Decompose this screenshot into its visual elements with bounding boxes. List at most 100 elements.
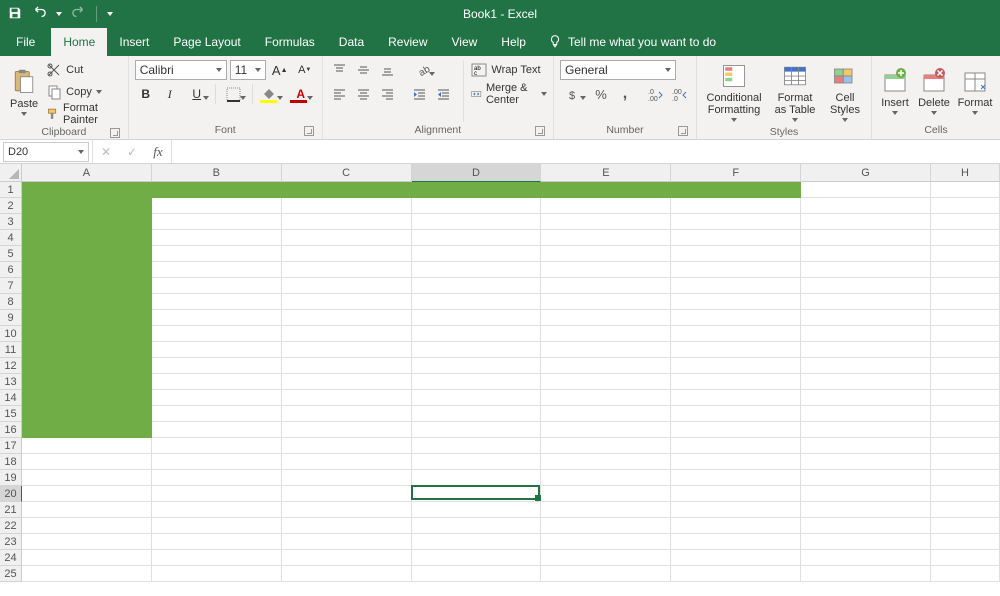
cell[interactable] <box>412 230 542 246</box>
cell[interactable] <box>282 182 412 198</box>
cell[interactable] <box>152 358 282 374</box>
cell[interactable] <box>801 534 931 550</box>
cell[interactable] <box>541 182 671 198</box>
cell[interactable] <box>801 502 931 518</box>
cell[interactable] <box>931 422 1000 438</box>
cut-button[interactable]: Cut <box>46 60 122 80</box>
cell[interactable] <box>931 454 1000 470</box>
cell[interactable] <box>22 390 152 406</box>
cell[interactable] <box>671 342 801 358</box>
cell[interactable] <box>801 358 931 374</box>
cell[interactable] <box>801 198 931 214</box>
row-header-17[interactable]: 17 <box>0 438 22 454</box>
cell[interactable] <box>22 566 152 582</box>
cell[interactable] <box>412 214 542 230</box>
cell[interactable] <box>22 470 152 486</box>
cell[interactable] <box>22 406 152 422</box>
align-middle-button[interactable] <box>353 60 375 80</box>
cell[interactable] <box>541 486 671 502</box>
column-header-E[interactable]: E <box>541 164 671 182</box>
cell[interactable] <box>801 326 931 342</box>
cell[interactable] <box>152 390 282 406</box>
cell[interactable] <box>671 406 801 422</box>
column-header-C[interactable]: C <box>282 164 412 182</box>
cell[interactable] <box>412 454 542 470</box>
cell[interactable] <box>801 518 931 534</box>
cell[interactable] <box>282 550 412 566</box>
cell[interactable] <box>412 422 542 438</box>
cell[interactable] <box>541 470 671 486</box>
row-header-11[interactable]: 11 <box>0 342 22 358</box>
align-right-button[interactable] <box>377 84 399 104</box>
cell[interactable] <box>22 518 152 534</box>
column-header-A[interactable]: A <box>22 164 152 182</box>
cell[interactable] <box>282 198 412 214</box>
cell[interactable] <box>541 278 671 294</box>
cell[interactable] <box>931 182 1000 198</box>
cell[interactable] <box>152 534 282 550</box>
fill-color-button[interactable] <box>257 84 285 104</box>
name-box[interactable]: D20 <box>3 142 89 162</box>
cell[interactable] <box>801 262 931 278</box>
cell[interactable] <box>801 406 931 422</box>
cell[interactable] <box>282 262 412 278</box>
cell[interactable] <box>541 262 671 278</box>
cell[interactable] <box>22 182 152 198</box>
row-header-2[interactable]: 2 <box>0 198 22 214</box>
cancel-formula-button[interactable]: ✕ <box>93 140 119 163</box>
copy-button[interactable]: Copy <box>46 82 122 102</box>
cell[interactable] <box>152 502 282 518</box>
tab-home[interactable]: Home <box>51 28 107 56</box>
align-left-button[interactable] <box>329 84 351 104</box>
cell[interactable] <box>671 486 801 502</box>
cell[interactable] <box>671 566 801 582</box>
wrap-text-button[interactable]: abc Wrap Text <box>471 60 547 80</box>
align-top-button[interactable] <box>329 60 351 80</box>
cell[interactable] <box>22 486 152 502</box>
cell[interactable] <box>152 278 282 294</box>
tab-help[interactable]: Help <box>489 28 538 56</box>
cell[interactable] <box>541 198 671 214</box>
bold-button[interactable]: B <box>135 84 157 104</box>
cell[interactable] <box>801 438 931 454</box>
cell[interactable] <box>412 278 542 294</box>
tab-formulas[interactable]: Formulas <box>253 28 327 56</box>
cell[interactable] <box>412 534 542 550</box>
merge-center-button[interactable]: Merge & Center <box>471 84 547 104</box>
cell[interactable] <box>22 374 152 390</box>
row-header-6[interactable]: 6 <box>0 262 22 278</box>
decrease-indent-button[interactable] <box>409 84 431 104</box>
row-header-16[interactable]: 16 <box>0 422 22 438</box>
cell[interactable] <box>22 262 152 278</box>
cell[interactable] <box>671 534 801 550</box>
cell[interactable] <box>282 438 412 454</box>
row-header-25[interactable]: 25 <box>0 566 22 582</box>
cell[interactable] <box>152 342 282 358</box>
cell[interactable] <box>412 566 542 582</box>
cell[interactable] <box>931 246 1000 262</box>
cell[interactable] <box>541 326 671 342</box>
cell[interactable] <box>931 278 1000 294</box>
cell[interactable] <box>22 214 152 230</box>
cell[interactable] <box>671 278 801 294</box>
cell[interactable] <box>671 198 801 214</box>
tab-data[interactable]: Data <box>327 28 376 56</box>
cell[interactable] <box>931 294 1000 310</box>
cell[interactable] <box>671 182 801 198</box>
cell[interactable] <box>541 374 671 390</box>
cell[interactable] <box>152 198 282 214</box>
cell[interactable] <box>412 342 542 358</box>
cell[interactable] <box>152 438 282 454</box>
row-header-15[interactable]: 15 <box>0 406 22 422</box>
comma-button[interactable]: , <box>614 84 636 104</box>
cell[interactable] <box>22 438 152 454</box>
cell[interactable] <box>801 390 931 406</box>
column-header-D[interactable]: D <box>412 164 542 182</box>
cell[interactable] <box>412 294 542 310</box>
cell[interactable] <box>541 342 671 358</box>
cell[interactable] <box>412 438 542 454</box>
number-dialog-launcher[interactable] <box>678 126 688 136</box>
cell[interactable] <box>801 550 931 566</box>
cell[interactable] <box>801 566 931 582</box>
cell[interactable] <box>671 310 801 326</box>
